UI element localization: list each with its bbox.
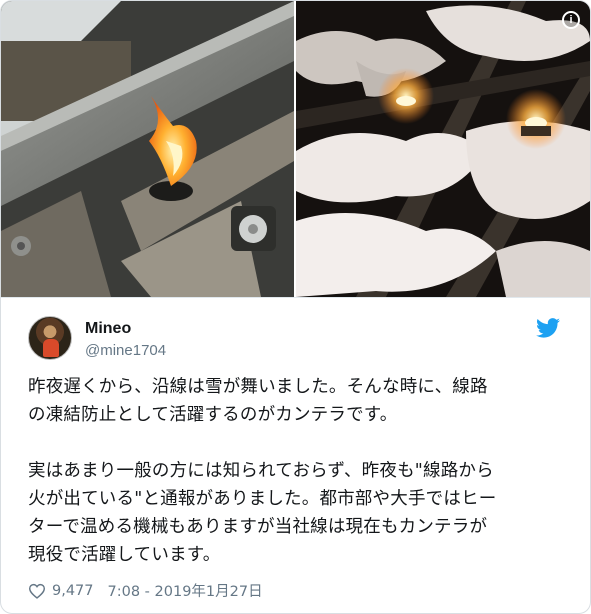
like-count[interactable]: 9,477 — [52, 583, 94, 599]
rail-flame-photo[interactable] — [1, 1, 294, 297]
user-handle[interactable]: @mine1704 — [85, 342, 166, 359]
heart-icon[interactable] — [28, 583, 46, 599]
twitter-bird-icon[interactable] — [536, 318, 560, 338]
tweet-line: の凍結防止として活躍するのがカンテラです。 — [28, 405, 398, 425]
display-name[interactable]: Mineo — [85, 320, 131, 338]
tweet-body: Mineo @mine1704 昨夜遅くから、沿線は雪が舞いました。そんな時に、… — [1, 297, 590, 613]
rail-flame-illustration — [1, 1, 294, 297]
tweet-line: 実はあまり一般の方には知られておらず、昨夜も"線路から — [28, 461, 494, 481]
tweet-text: 昨夜遅くから、沿線は雪が舞いました。そんな時に、線路 の凍結防止として活躍するの… — [28, 373, 573, 569]
avatar[interactable] — [28, 316, 72, 360]
tweet-media: i — [1, 1, 590, 297]
tweet-line: ターで温める機械もありますが当社線は現在もカンテラが — [28, 517, 488, 537]
snowy-track-illustration — [296, 1, 590, 297]
tweet-timestamp[interactable]: 7:08 - 2019年1月27日 — [108, 580, 263, 601]
tweet-line: 火が出ている"と通報がありました。都市部や大手ではヒー — [28, 489, 497, 509]
tweet-line: 昨夜遅くから、沿線は雪が舞いました。そんな時に、線路 — [28, 377, 488, 397]
tweet-meta: 9,477 7:08 - 2019年1月27日 — [28, 580, 263, 601]
snowy-track-lanterns-photo[interactable]: i — [296, 1, 590, 297]
embedded-tweet-card: i Mineo @mine1704 昨夜遅くから、沿線は雪が舞いました。そんな時… — [0, 0, 591, 614]
info-icon[interactable]: i — [562, 11, 580, 29]
tweet-line: 現役で活躍しています。 — [28, 545, 221, 565]
